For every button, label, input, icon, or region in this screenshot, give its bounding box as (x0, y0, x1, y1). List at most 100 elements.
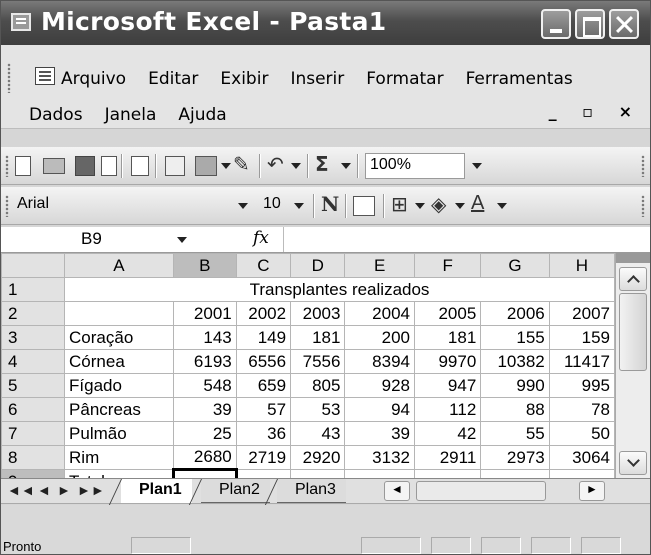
toolbar-options-icon[interactable] (641, 155, 645, 177)
paste-icon[interactable] (195, 156, 217, 176)
font-select[interactable]: Arial (13, 193, 249, 219)
year-header-cell[interactable]: 2005 (413, 301, 482, 326)
menu-editar[interactable]: Editar (148, 69, 198, 89)
doc-restore-button[interactable]: ▫ (582, 102, 603, 121)
name-box[interactable]: B9 (1, 227, 161, 252)
font-size-dropdown-button[interactable] (289, 193, 309, 219)
menu-ajuda[interactable]: Ajuda (178, 105, 226, 125)
font-color-dropdown-icon[interactable] (497, 203, 507, 209)
document-window-controls[interactable]: _ ▫ × (549, 102, 642, 121)
scroll-down-button[interactable] (619, 451, 647, 475)
open-icon[interactable] (43, 158, 65, 174)
menu-dados[interactable]: Dados (29, 105, 83, 125)
bold-icon[interactable]: N (321, 192, 339, 216)
value-cell[interactable]: 25 (172, 421, 237, 446)
vertical-scrollbar[interactable] (615, 253, 650, 478)
value-cell[interactable]: 548 (172, 373, 237, 398)
row-label-cell[interactable]: Pâncreas (64, 397, 174, 422)
minimize-button[interactable] (541, 9, 571, 39)
value-cell[interactable]: 39 (172, 397, 237, 422)
select-all-corner[interactable] (0, 253, 66, 278)
year-header-cell[interactable]: 2004 (344, 301, 415, 326)
value-cell[interactable]: 200 (344, 325, 415, 350)
autosum-icon[interactable]: Σ (315, 152, 329, 176)
insert-function-icon[interactable]: fx (253, 228, 269, 248)
print-preview-icon[interactable] (131, 156, 149, 176)
split-box[interactable] (616, 253, 650, 263)
row-header[interactable]: 1 (0, 277, 66, 302)
value-cell[interactable]: 10382 (480, 349, 550, 374)
column-header[interactable]: C (235, 253, 292, 278)
value-cell[interactable]: 9970 (413, 349, 482, 374)
value-cell[interactable]: 181 (290, 325, 346, 350)
value-cell[interactable]: 55 (480, 421, 550, 446)
value-cell[interactable]: 2719 (235, 445, 292, 470)
value-cell[interactable]: 42 (413, 421, 482, 446)
value-cell[interactable]: 112 (413, 397, 482, 422)
column-header[interactable]: D (290, 253, 346, 278)
prev-sheet-icon[interactable]: ◄ (37, 482, 51, 498)
maximize-button[interactable] (575, 9, 605, 39)
font-dropdown-button[interactable] (233, 193, 253, 219)
year-header-cell[interactable]: 2003 (290, 301, 346, 326)
scroll-up-button[interactable] (619, 267, 647, 291)
column-header[interactable]: H (548, 253, 616, 278)
value-cell[interactable]: 94 (344, 397, 415, 422)
row-header[interactable]: 6 (0, 397, 66, 422)
row-header[interactable]: 7 (0, 421, 66, 446)
value-cell[interactable]: 143 (172, 325, 237, 350)
value-cell[interactable]: 805 (290, 373, 346, 398)
value-cell[interactable]: 990 (480, 373, 550, 398)
value-cell[interactable]: 88 (480, 397, 550, 422)
value-cell[interactable]: 3132 (344, 445, 415, 470)
toolbar-grip[interactable] (5, 195, 9, 217)
value-cell[interactable]: 11417 (548, 349, 616, 374)
year-header-cell[interactable]: 2006 (480, 301, 550, 326)
format-painter-icon[interactable]: ✎ (233, 152, 255, 176)
workbook-icon[interactable] (35, 67, 55, 85)
scroll-left-button[interactable]: ◄ (384, 481, 410, 501)
autosum-dropdown-icon[interactable] (341, 163, 351, 169)
fill-color-dropdown-icon[interactable] (455, 203, 465, 209)
undo-icon[interactable]: ↶ (267, 152, 284, 176)
row-label-cell[interactable]: Rim (64, 445, 174, 470)
value-cell[interactable]: 39 (344, 421, 415, 446)
formula-input[interactable] (283, 227, 650, 252)
copy-icon[interactable] (165, 156, 185, 176)
menu-ferramentas[interactable]: Ferramentas (466, 69, 573, 89)
value-cell[interactable]: 78 (548, 397, 616, 422)
value-cell[interactable]: 43 (290, 421, 346, 446)
column-header[interactable]: E (344, 253, 415, 278)
sheet-tab-plan2[interactable]: Plan2 (201, 479, 270, 503)
value-cell[interactable]: 149 (235, 325, 292, 350)
value-cell[interactable]: 57 (235, 397, 292, 422)
zoom-dropdown-button[interactable] (467, 153, 487, 179)
value-cell[interactable]: 995 (548, 373, 616, 398)
column-header[interactable]: B (172, 253, 237, 278)
value-cell[interactable]: 6193 (172, 349, 237, 374)
menu-formatar[interactable]: Formatar (366, 69, 443, 89)
year-header-cell[interactable]: 2001 (172, 301, 237, 326)
value-cell[interactable]: 53 (290, 397, 346, 422)
save-icon[interactable] (75, 156, 95, 176)
row-label-cell[interactable]: Coração (64, 325, 174, 350)
sheet-tab-plan3[interactable]: Plan3 (277, 479, 346, 503)
value-cell[interactable]: 7556 (290, 349, 346, 374)
row-header[interactable]: 3 (0, 325, 66, 350)
value-cell[interactable]: 2920 (290, 445, 346, 470)
menu-exibir[interactable]: Exibir (220, 69, 268, 89)
row-header[interactable]: 8 (0, 445, 66, 470)
fill-color-icon[interactable]: ◈ (431, 192, 446, 216)
value-cell[interactable]: 50 (548, 421, 616, 446)
value-cell[interactable]: 181 (413, 325, 482, 350)
horizontal-scroll-thumb[interactable] (416, 481, 546, 501)
column-header[interactable]: F (413, 253, 482, 278)
undo-dropdown-icon[interactable] (291, 163, 301, 169)
row-label-cell[interactable]: Córnea (64, 349, 174, 374)
doc-minimize-button[interactable]: _ (549, 102, 567, 121)
first-sheet-icon[interactable]: ◄◄ (7, 482, 35, 498)
new-icon[interactable] (15, 156, 31, 176)
row-label-cell[interactable]: Fígado (64, 373, 174, 398)
column-header[interactable]: A (64, 253, 174, 278)
toolbar-options-icon[interactable] (641, 195, 645, 217)
